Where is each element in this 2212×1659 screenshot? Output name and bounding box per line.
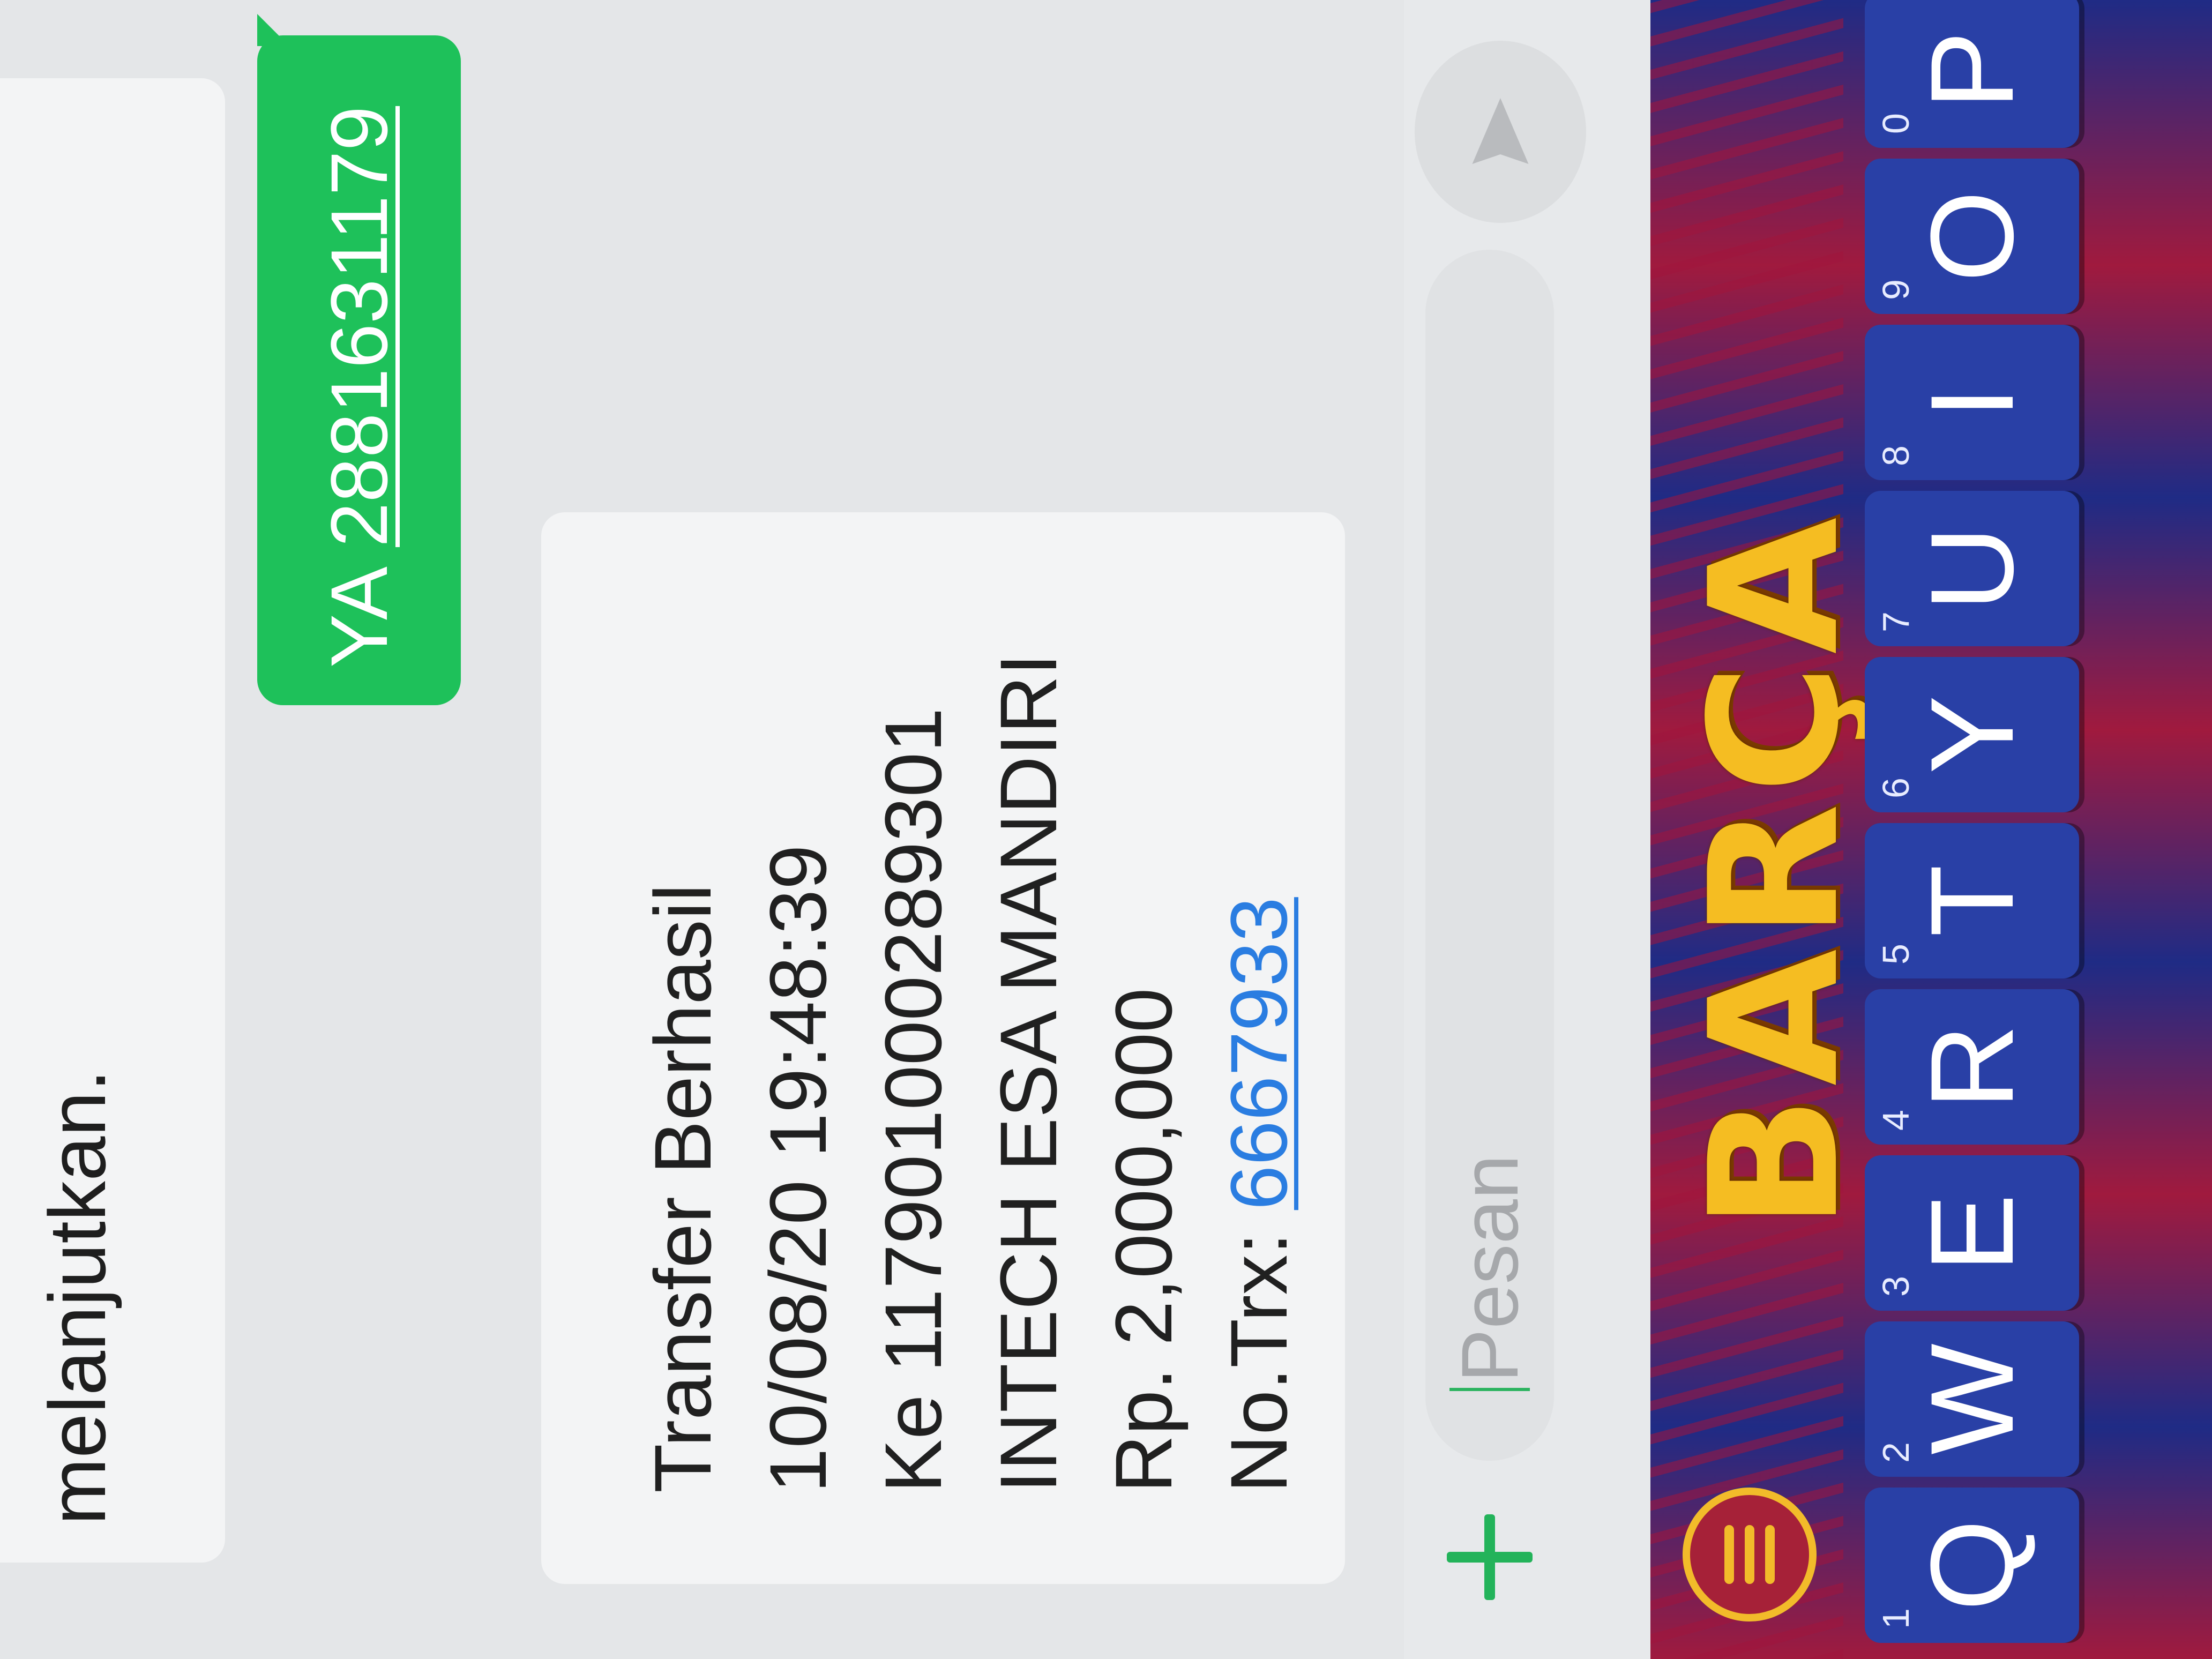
send-button[interactable] <box>1415 41 1586 223</box>
plus-icon[interactable] <box>1436 1504 1543 1611</box>
menu-icon-bar <box>1724 1525 1734 1584</box>
transfer-status: Transfer Berhasil <box>638 884 728 1493</box>
key-w[interactable]: 2W <box>1865 1321 2079 1477</box>
key-y[interactable]: 6Y <box>1865 657 2079 812</box>
key-letter: I <box>1905 386 2038 419</box>
phone-screen: melanjutkan. YA 2881631179 Transfer Berh… <box>0 0 2212 1659</box>
key-number-hint: 3 <box>1875 1276 1917 1297</box>
key-letter: W <box>1905 1343 2038 1455</box>
key-t[interactable]: 5T <box>1865 823 2079 978</box>
key-letter: Q <box>1905 1519 2038 1611</box>
key-p[interactable]: 0P <box>1865 0 2079 148</box>
key-e[interactable]: 3E <box>1865 1155 2079 1311</box>
key-r[interactable]: 4R <box>1865 989 2079 1145</box>
message-placeholder: Pesan <box>1444 1154 1535 1382</box>
key-number-hint: 4 <box>1875 1110 1917 1131</box>
key-letter: Y <box>1905 695 2038 774</box>
plus-icon-vertical <box>1447 1552 1533 1563</box>
key-number-hint: 6 <box>1875 778 1917 798</box>
transaction-number-row: No.Trx: 6667933 <box>1198 897 1320 1493</box>
reply-code-link[interactable]: 2881631179 <box>313 106 406 547</box>
reply-keyword: YA <box>313 566 404 668</box>
menu-icon-bar <box>1745 1525 1754 1584</box>
key-number-hint: 9 <box>1875 279 1917 300</box>
menu-icon-bar <box>1765 1525 1775 1584</box>
key-o[interactable]: 9O <box>1865 159 2079 314</box>
transaction-number-link[interactable]: 6667933 <box>1214 897 1304 1210</box>
key-u[interactable]: 7U <box>1865 491 2079 646</box>
keyboard-theme-logo: BARÇA <box>1672 507 1878 1230</box>
key-number-hint: 5 <box>1875 944 1917 965</box>
key-number-hint: 0 <box>1875 113 1917 134</box>
key-letter: P <box>1905 31 2038 110</box>
transfer-recipient-name: INTECH ESA MANDIRI <box>983 653 1073 1493</box>
message-input[interactable]: Pesan <box>1425 250 1554 1461</box>
compose-bar: Pesan <box>1404 0 1650 1659</box>
bubble-tail <box>257 14 289 46</box>
menu-icon[interactable] <box>1683 1488 1817 1621</box>
message-text: melanjutkan. <box>32 1069 122 1526</box>
key-number-hint: 8 <box>1875 445 1917 466</box>
key-letter: R <box>1905 1024 2038 1110</box>
transfer-destination-account: Ke 117901000289301 <box>868 707 958 1493</box>
key-number-hint: 2 <box>1875 1442 1917 1463</box>
send-icon <box>1472 98 1529 164</box>
text-cursor <box>1449 1388 1530 1391</box>
key-q[interactable]: 1Q <box>1865 1488 2079 1643</box>
keyboard[interactable]: BARÇA 1Q 2W 3E 4R 5T 6Y 7U 8I 9O 0P <box>1650 0 2212 1659</box>
conversation-view[interactable]: melanjutkan. YA 2881631179 Transfer Berh… <box>0 0 1404 1659</box>
key-i[interactable]: 8I <box>1865 325 2079 480</box>
key-letter: T <box>1905 864 2038 937</box>
transfer-amount: Rp. 2,000,000 <box>1098 988 1189 1493</box>
outgoing-message[interactable]: YA 2881631179 <box>257 14 461 705</box>
key-number-hint: 7 <box>1875 611 1917 632</box>
incoming-message-previous[interactable]: melanjutkan. <box>0 78 225 1563</box>
incoming-message-transfer[interactable]: Transfer Berhasil 10/08/20 19:48:39 Ke 1… <box>541 512 1345 1584</box>
key-letter: E <box>1905 1193 2038 1273</box>
key-letter: U <box>1905 526 2038 611</box>
transfer-datetime: 10/08/20 19:48:39 <box>753 845 843 1493</box>
key-number-hint: 1 <box>1875 1608 1917 1629</box>
transaction-label: No.Trx: <box>1214 1232 1304 1493</box>
key-letter: O <box>1905 190 2038 282</box>
